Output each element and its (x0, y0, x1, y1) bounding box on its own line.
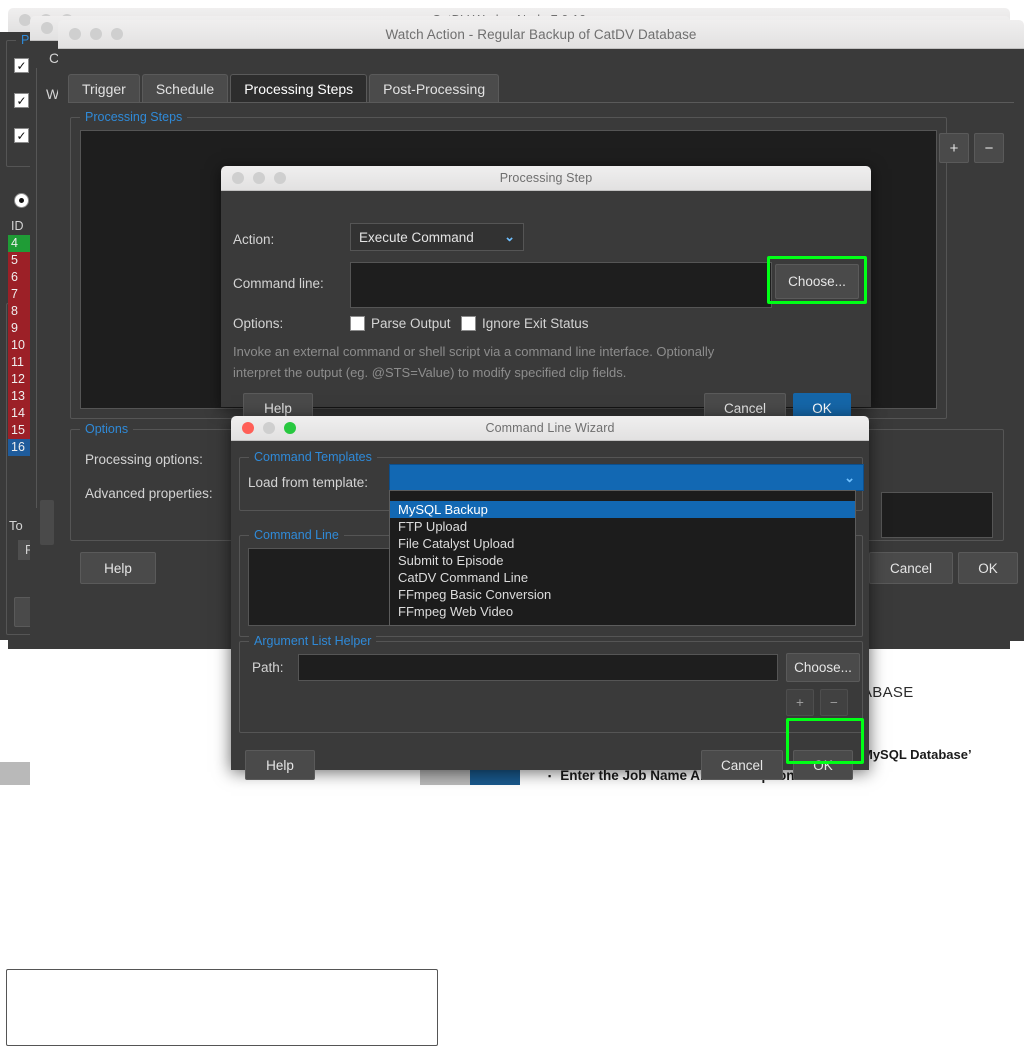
path-label: Path: (252, 660, 284, 675)
command-line-wizard-window-controls[interactable] (231, 422, 296, 434)
command-line-wizard-title: Command Line Wizard (231, 421, 869, 435)
worker-checkbox-2[interactable]: ✓ (14, 93, 29, 108)
minimize-icon[interactable] (90, 28, 102, 40)
template-option[interactable]: CatDV Command Line (390, 569, 855, 586)
zoom-icon[interactable] (284, 422, 296, 434)
ignore-exit-status-label: Ignore Exit Status (482, 316, 589, 331)
argument-remove-button[interactable]: − (820, 689, 848, 716)
processing-step-description-line2: interpret the output (eg. @STS=Value) to… (233, 365, 626, 380)
tab-post-processing[interactable]: Post-Processing (369, 74, 499, 103)
command-line-legend: Command Line (249, 528, 344, 542)
argument-list-helper-legend: Argument List Helper (249, 634, 376, 648)
path-choose-button[interactable]: Choose... (786, 653, 860, 682)
template-option[interactable]: FFmpeg Basic Conversion (390, 586, 855, 603)
parse-output-checkbox-row[interactable]: Parse Output (350, 316, 451, 331)
worker-checkbox-3[interactable]: ✓ (14, 128, 29, 143)
processing-step-window-controls[interactable] (221, 172, 286, 184)
template-option[interactable]: FTP Upload (390, 518, 855, 535)
edit-config-scrollbar[interactable] (40, 500, 54, 545)
watch-action-titlebar[interactable]: Watch Action - Regular Backup of CatDV D… (58, 20, 1024, 49)
chevron-down-icon: ⌄ (844, 470, 855, 486)
processing-steps-legend: Processing Steps (80, 110, 187, 124)
minimize-icon[interactable] (263, 422, 275, 434)
zoom-icon[interactable] (274, 172, 286, 184)
document-heading: ABASE (862, 684, 914, 701)
worker-total-label: To (9, 518, 23, 533)
bullet-icon: ▪ (548, 771, 551, 781)
load-from-template-label: Load from template: (248, 475, 368, 490)
worker-bottom-group (6, 969, 438, 1046)
watch-action-window-controls[interactable] (58, 28, 123, 40)
wizard-help-button[interactable]: Help (245, 750, 315, 780)
watch-action-title: Watch Action - Regular Backup of CatDV D… (58, 27, 1024, 42)
close-icon[interactable] (232, 172, 244, 184)
argument-add-button[interactable]: + (786, 689, 814, 716)
zoom-icon[interactable] (111, 28, 123, 40)
document-grey-block-2 (0, 762, 30, 785)
processing-options-label: Processing options: (85, 452, 203, 467)
wizard-ok-button[interactable]: OK (793, 750, 853, 780)
watch-action-tabbar[interactable]: TriggerScheduleProcessing StepsPost-Proc… (68, 74, 501, 103)
worker-checkbox-1[interactable]: ✓ (14, 58, 29, 73)
close-icon[interactable] (69, 28, 81, 40)
template-options-popup[interactable]: MySQL BackupFTP UploadFile Catalyst Uplo… (389, 490, 856, 626)
wizard-cancel-button[interactable]: Cancel (701, 750, 783, 780)
watch-action-options-legend: Options (80, 422, 133, 436)
processing-step-body: Action: Execute Command ⌄ Command line: … (221, 191, 871, 407)
processing-step-title: Processing Step (221, 171, 871, 185)
watch-action-ok-button[interactable]: OK (958, 552, 1018, 584)
processing-step-options-label: Options: (233, 316, 283, 331)
parse-output-label: Parse Output (371, 316, 451, 331)
template-option[interactable]: FFmpeg Web Video (390, 603, 855, 620)
processing-step-titlebar[interactable]: Processing Step (221, 166, 871, 191)
watch-action-cancel-button[interactable]: Cancel (869, 552, 953, 584)
watch-action-help-button[interactable]: Help (80, 552, 156, 584)
close-icon[interactable] (41, 22, 53, 34)
tab-schedule[interactable]: Schedule (142, 74, 228, 103)
template-option[interactable]: Submit to Episode (390, 552, 855, 569)
command-line-wizard-titlebar[interactable]: Command Line Wizard (231, 416, 869, 441)
window-processing-step[interactable]: Processing Step Action: Execute Command … (221, 166, 871, 406)
watch-action-tab-underline (68, 102, 1014, 103)
argument-list-helper-group: Argument List Helper Path: Choose... + − (239, 641, 863, 733)
path-input[interactable] (298, 654, 778, 681)
ignore-exit-status-checkbox[interactable] (461, 316, 476, 331)
template-option[interactable]: MySQL Backup (390, 501, 855, 518)
command-templates-legend: Command Templates (249, 450, 377, 464)
advanced-properties-field[interactable] (881, 492, 993, 538)
action-select[interactable]: Execute Command ⌄ (350, 223, 524, 251)
ignore-exit-status-checkbox-row[interactable]: Ignore Exit Status (461, 316, 589, 331)
tab-processing-steps[interactable]: Processing Steps (230, 74, 367, 103)
load-from-template-select[interactable]: ⌄ (389, 464, 864, 491)
worker-tasks-radio[interactable] (14, 193, 29, 208)
template-option[interactable]: File Catalyst Upload (390, 535, 855, 552)
parse-output-checkbox[interactable] (350, 316, 365, 331)
minimize-icon[interactable] (253, 172, 265, 184)
document-body-text: MySQL Database’ (862, 747, 972, 762)
action-select-value: Execute Command (359, 230, 474, 245)
command-line-choose-button[interactable]: Choose... (775, 264, 859, 299)
edit-config-left-divider (36, 68, 37, 508)
command-line-label: Command line: (233, 276, 324, 291)
chevron-down-icon: ⌄ (504, 229, 515, 245)
tab-trigger[interactable]: Trigger (68, 74, 140, 103)
action-label: Action: (233, 232, 274, 247)
advanced-properties-label: Advanced properties: (85, 486, 213, 501)
close-icon[interactable] (242, 422, 254, 434)
command-line-input[interactable] (350, 262, 772, 308)
add-step-button[interactable]: + (939, 133, 969, 163)
remove-step-button[interactable]: − (974, 133, 1004, 163)
processing-step-description-line1: Invoke an external command or shell scri… (233, 344, 714, 359)
